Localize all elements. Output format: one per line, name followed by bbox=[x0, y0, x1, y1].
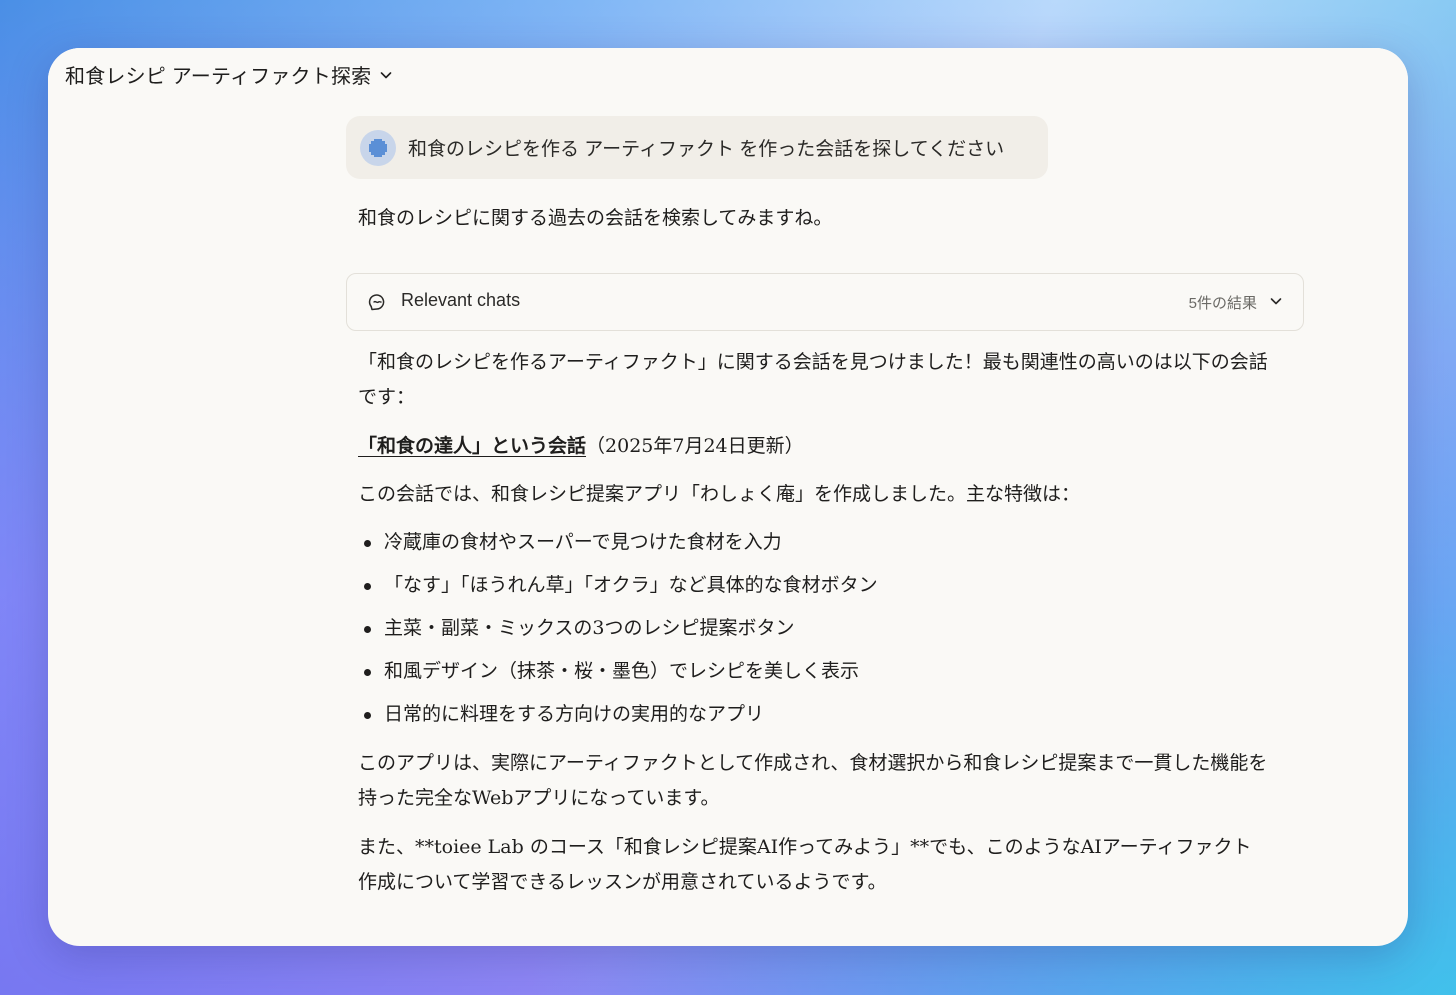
chat-link[interactable]: 「和食の達人」という会話 bbox=[358, 435, 586, 457]
chat-window: 和食レシピ アーティファクト探索 和食のレシピを作る アーティファクト を作った… bbox=[48, 48, 1408, 946]
chat-title-dropdown[interactable]: 和食レシピ アーティファクト探索 bbox=[65, 60, 393, 89]
list-item: 日常的に料理をする方向けの実用的なアプリ bbox=[358, 697, 878, 740]
chat-title: 和食レシピ アーティファクト探索 bbox=[65, 66, 372, 88]
list-item: 「なす」「ほうれん草」「オクラ」など具体的な食材ボタン bbox=[358, 568, 878, 611]
response-paragraph-1: 「和食のレシピを作るアーティファクト」に関する会話を見つけました！最も関連性の高… bbox=[358, 351, 1268, 408]
chat-search-icon bbox=[368, 294, 385, 311]
list-item: 和風デザイン（抹茶・桜・墨色）でレシピを美しく表示 bbox=[358, 654, 878, 697]
response-paragraph-4: このアプリは、実際にアーティファクトとして作成され、食材選択から和食レシピ提案ま… bbox=[358, 752, 1268, 809]
user-avatar[interactable] bbox=[360, 129, 396, 166]
user-message: 和食のレシピを作る アーティファクト を作った会話を探してください bbox=[346, 116, 1048, 179]
feature-list: 冷蔵庫の食材やスーパーで見つけた食材を入力 「なす」「ほうれん草」「オクラ」など… bbox=[358, 525, 878, 740]
list-item: 冷蔵庫の食材やスーパーで見つけた食材を入力 bbox=[358, 525, 878, 568]
list-item: 主菜・副菜・ミックスの3つのレシピ提案ボタン bbox=[358, 611, 878, 654]
chat-header: 和食レシピ アーティファクト探索 bbox=[48, 48, 1408, 112]
result-count: 5件の結果 bbox=[1188, 295, 1257, 312]
user-message-text: 和食のレシピを作る アーティファクト を作った会話を探してください bbox=[408, 139, 1005, 160]
chat-date: （2025年7月24日更新） bbox=[586, 435, 804, 457]
chevron-down-icon[interactable] bbox=[1269, 294, 1283, 308]
response-chat-reference: 「和食の達人」という会話（2025年7月24日更新） bbox=[358, 429, 1268, 464]
response-paragraph-3: この会話では、和食レシピ提案アプリ「わしょく庵」を作成しました。主な特徴は： bbox=[358, 483, 1081, 505]
assistant-intro: 和食のレシピに関する過去の会話を検索してみますね。 bbox=[358, 207, 833, 229]
relevant-chats-tool[interactable]: Relevant chats 5件の結果 bbox=[346, 273, 1304, 331]
tool-label: Relevant chats bbox=[401, 290, 521, 310]
chevron-down-icon bbox=[381, 71, 392, 78]
response-paragraph-5: また、**toiee Lab のコース「和食レシピ提案AI作ってみよう」**でも… bbox=[358, 836, 1252, 893]
user-avatar-icon bbox=[369, 138, 387, 157]
